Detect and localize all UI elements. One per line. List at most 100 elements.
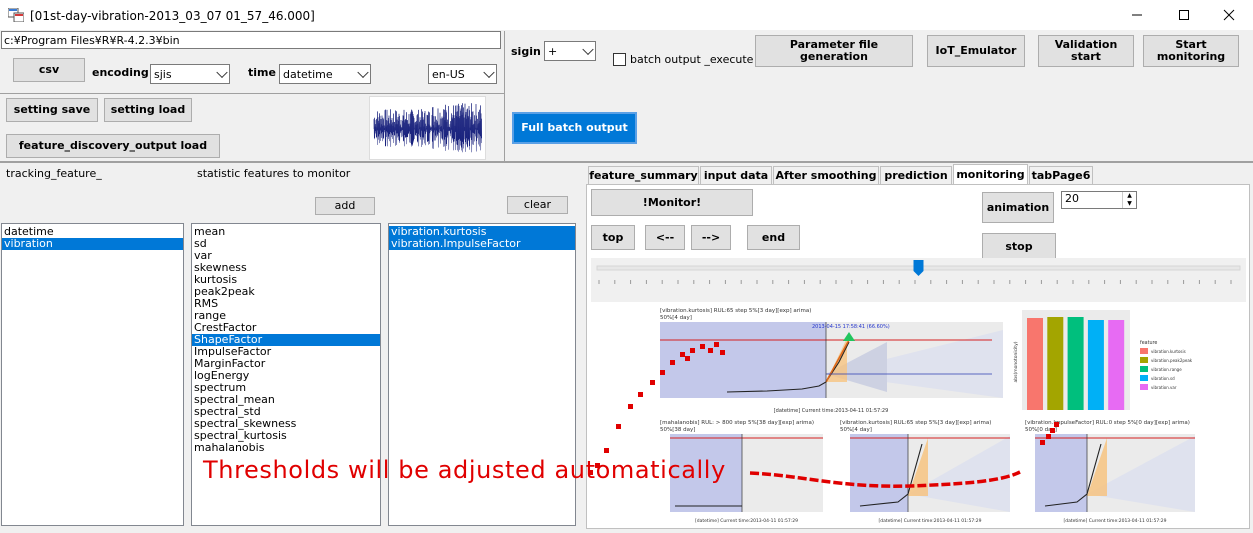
legend-title: feature bbox=[1140, 340, 1157, 346]
chevron-down-icon bbox=[483, 66, 495, 79]
list-item[interactable]: mahalanobis bbox=[192, 442, 380, 454]
locale-value: en-US bbox=[432, 67, 465, 81]
time-label: time bbox=[248, 66, 276, 79]
start-monitoring-button[interactable]: Start monitoring bbox=[1143, 35, 1239, 67]
chevron-down-icon bbox=[216, 66, 228, 79]
stop-button[interactable]: stop bbox=[982, 233, 1056, 261]
clear-button[interactable]: clear bbox=[507, 196, 568, 214]
red-marker bbox=[1046, 434, 1051, 439]
red-connector-line bbox=[749, 470, 1021, 488]
red-marker bbox=[690, 348, 695, 353]
list-item[interactable]: peak2peak bbox=[192, 286, 380, 298]
tab-after-smoothing[interactable]: After smoothing bbox=[773, 166, 879, 184]
waveform-line bbox=[373, 103, 482, 153]
stepper-arrows-icon[interactable]: ▲ ▼ bbox=[1122, 192, 1136, 208]
bar bbox=[1067, 317, 1084, 410]
legend-label: vibration.kurtosis bbox=[1151, 349, 1186, 354]
red-marker bbox=[616, 424, 621, 429]
red-marker bbox=[595, 463, 600, 468]
track-bar[interactable] bbox=[591, 258, 1246, 302]
list-item[interactable]: vibration bbox=[2, 238, 183, 250]
divider bbox=[0, 161, 1253, 163]
chevron-down-icon bbox=[582, 43, 594, 56]
parameter-file-button[interactable]: Parameter file generation bbox=[755, 35, 913, 67]
speed-value: 20 bbox=[1065, 192, 1079, 205]
red-marker bbox=[685, 356, 690, 361]
c2-x-label: [datetime] Current time:2013-04-11 01:57… bbox=[878, 518, 981, 524]
red-marker bbox=[628, 404, 633, 409]
animation-button[interactable]: animation bbox=[982, 192, 1054, 223]
validation-start-button[interactable]: Validation start bbox=[1038, 35, 1134, 67]
legend-swatch bbox=[1140, 384, 1148, 390]
divider bbox=[504, 31, 505, 161]
red-marker bbox=[708, 348, 713, 353]
tracking-feature-list[interactable]: datetime vibration bbox=[1, 223, 184, 526]
red-marker bbox=[650, 380, 655, 385]
list-item[interactable]: vibration.ImpulseFactor bbox=[389, 238, 575, 250]
top-button[interactable]: top bbox=[591, 225, 635, 250]
batch-output-checkbox[interactable] bbox=[613, 53, 626, 66]
time-select[interactable]: datetime bbox=[279, 64, 371, 84]
end-button[interactable]: end bbox=[747, 225, 800, 250]
waveform-thumbnail bbox=[369, 96, 486, 160]
legend-swatch bbox=[1140, 348, 1148, 354]
divider bbox=[0, 93, 504, 94]
sigin-value: + bbox=[548, 44, 558, 58]
c3-x-label: [datetime] Current time:2013-04-11 01:57… bbox=[1063, 518, 1166, 524]
list-item[interactable]: mean bbox=[192, 226, 380, 238]
red-marker bbox=[1040, 440, 1045, 445]
window-title: [01st-day-vibration-2013_03_07 01_57_46.… bbox=[30, 9, 315, 23]
chevron-down-icon bbox=[357, 66, 369, 79]
tab-feature-summary[interactable]: feature_summary bbox=[588, 166, 699, 184]
full-batch-output-button[interactable]: Full batch output bbox=[512, 112, 637, 144]
minimize-icon[interactable] bbox=[1130, 9, 1144, 21]
iot-emulator-button[interactable]: IoT_Emulator bbox=[927, 35, 1025, 67]
tab-tabpage6[interactable]: tabPage6 bbox=[1029, 166, 1093, 184]
red-marker bbox=[670, 360, 675, 365]
list-item[interactable]: sd bbox=[192, 238, 380, 250]
path-value: c:¥Program Files¥R¥R-4.2.3¥bin bbox=[4, 33, 180, 47]
encoding-label: encoding bbox=[92, 66, 149, 79]
setting-load-button[interactable]: setting load bbox=[104, 98, 192, 122]
locale-select[interactable]: en-US bbox=[428, 64, 497, 84]
speed-stepper[interactable]: 20 ▲ ▼ bbox=[1061, 191, 1137, 209]
red-marker bbox=[604, 448, 609, 453]
red-marker bbox=[660, 370, 665, 375]
legend-label: vibration.sd bbox=[1151, 376, 1175, 381]
tab-monitoring[interactable]: monitoring bbox=[953, 164, 1028, 184]
encoding-value: sjis bbox=[154, 67, 172, 81]
time-value: datetime bbox=[283, 67, 333, 81]
title-bar: [01st-day-vibration-2013_03_07 01_57_46.… bbox=[0, 0, 1253, 30]
monitor-button[interactable]: !Monitor! bbox=[591, 189, 753, 216]
red-connector-icon bbox=[588, 342, 1059, 488]
csv-button[interactable]: csv bbox=[13, 58, 85, 82]
maximize-icon[interactable] bbox=[1177, 9, 1191, 21]
add-button[interactable]: add bbox=[315, 197, 375, 215]
tab-prediction[interactable]: prediction bbox=[880, 166, 952, 184]
red-marker bbox=[1054, 422, 1059, 427]
legend-swatch bbox=[1140, 357, 1148, 363]
path-input[interactable]: c:¥Program Files¥R¥R-4.2.3¥bin bbox=[1, 31, 501, 49]
tab-input-data[interactable]: input data bbox=[700, 166, 772, 184]
sigin-select[interactable]: + bbox=[544, 41, 596, 61]
setting-save-button[interactable]: setting save bbox=[6, 98, 98, 122]
legend-label: vibration.peak2peak bbox=[1151, 358, 1193, 363]
red-marker bbox=[1050, 428, 1055, 433]
statistic-features-label: statistic features to monitor bbox=[197, 167, 351, 180]
batch-output-label: batch output _execute bbox=[630, 53, 754, 66]
feature-discovery-load-button[interactable]: feature_discovery_output load bbox=[6, 134, 220, 158]
red-marker bbox=[588, 470, 593, 475]
tracking-feature-label: tracking_feature_ bbox=[6, 167, 102, 180]
c1-x-label: [datetime] Current time:2013-04-11 01:57… bbox=[695, 518, 798, 524]
bar bbox=[1087, 320, 1104, 410]
main-chart-title: [vibration.kurtosis] RUL:65 step 5%[3 da… bbox=[660, 308, 811, 314]
red-marker bbox=[714, 342, 719, 347]
legend-swatch bbox=[1140, 366, 1148, 372]
legend-label: vibration.range bbox=[1151, 367, 1182, 372]
sigin-label: sigin bbox=[511, 45, 541, 58]
close-icon[interactable] bbox=[1222, 8, 1236, 22]
bar bbox=[1108, 320, 1125, 410]
prev-button[interactable]: <-- bbox=[645, 225, 685, 250]
encoding-select[interactable]: sjis bbox=[150, 64, 230, 84]
next-button[interactable]: --> bbox=[691, 225, 731, 250]
